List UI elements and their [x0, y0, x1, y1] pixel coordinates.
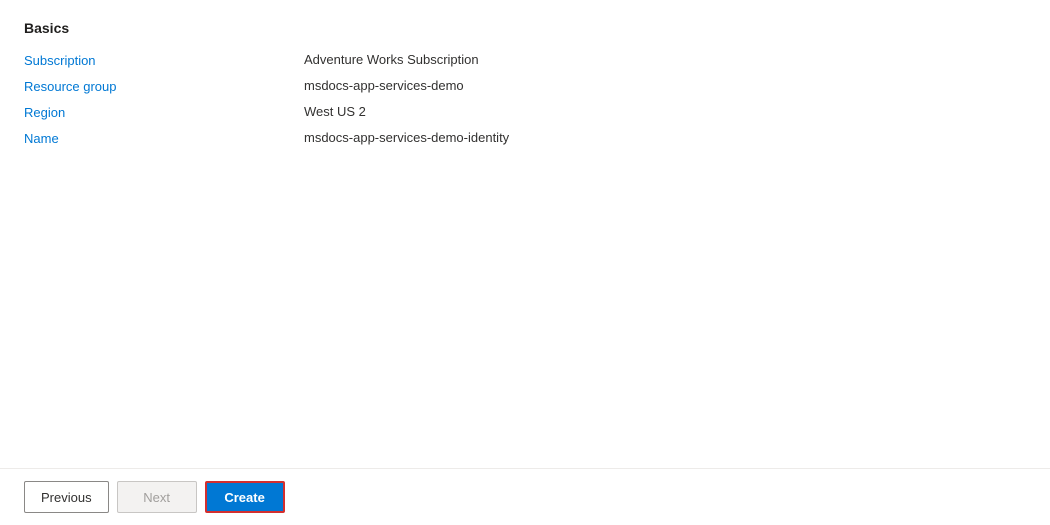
create-button[interactable]: Create: [205, 481, 285, 513]
previous-button[interactable]: Previous: [24, 481, 109, 513]
field-value: msdocs-app-services-demo-identity: [304, 130, 509, 145]
main-content: Basics SubscriptionAdventure Works Subsc…: [0, 0, 1050, 468]
field-row: Namemsdocs-app-services-demo-identity: [24, 130, 1026, 146]
footer: Previous Next Create: [0, 468, 1050, 525]
field-value: msdocs-app-services-demo: [304, 78, 464, 93]
field-label: Name: [24, 130, 304, 146]
field-label: Subscription: [24, 52, 304, 68]
fields-container: SubscriptionAdventure Works Subscription…: [24, 52, 1026, 146]
field-label: Resource group: [24, 78, 304, 94]
field-row: SubscriptionAdventure Works Subscription: [24, 52, 1026, 68]
field-row: Resource groupmsdocs-app-services-demo: [24, 78, 1026, 94]
field-value: Adventure Works Subscription: [304, 52, 479, 67]
field-row: RegionWest US 2: [24, 104, 1026, 120]
field-label: Region: [24, 104, 304, 120]
field-value: West US 2: [304, 104, 366, 119]
next-button: Next: [117, 481, 197, 513]
section-title: Basics: [24, 20, 1026, 36]
